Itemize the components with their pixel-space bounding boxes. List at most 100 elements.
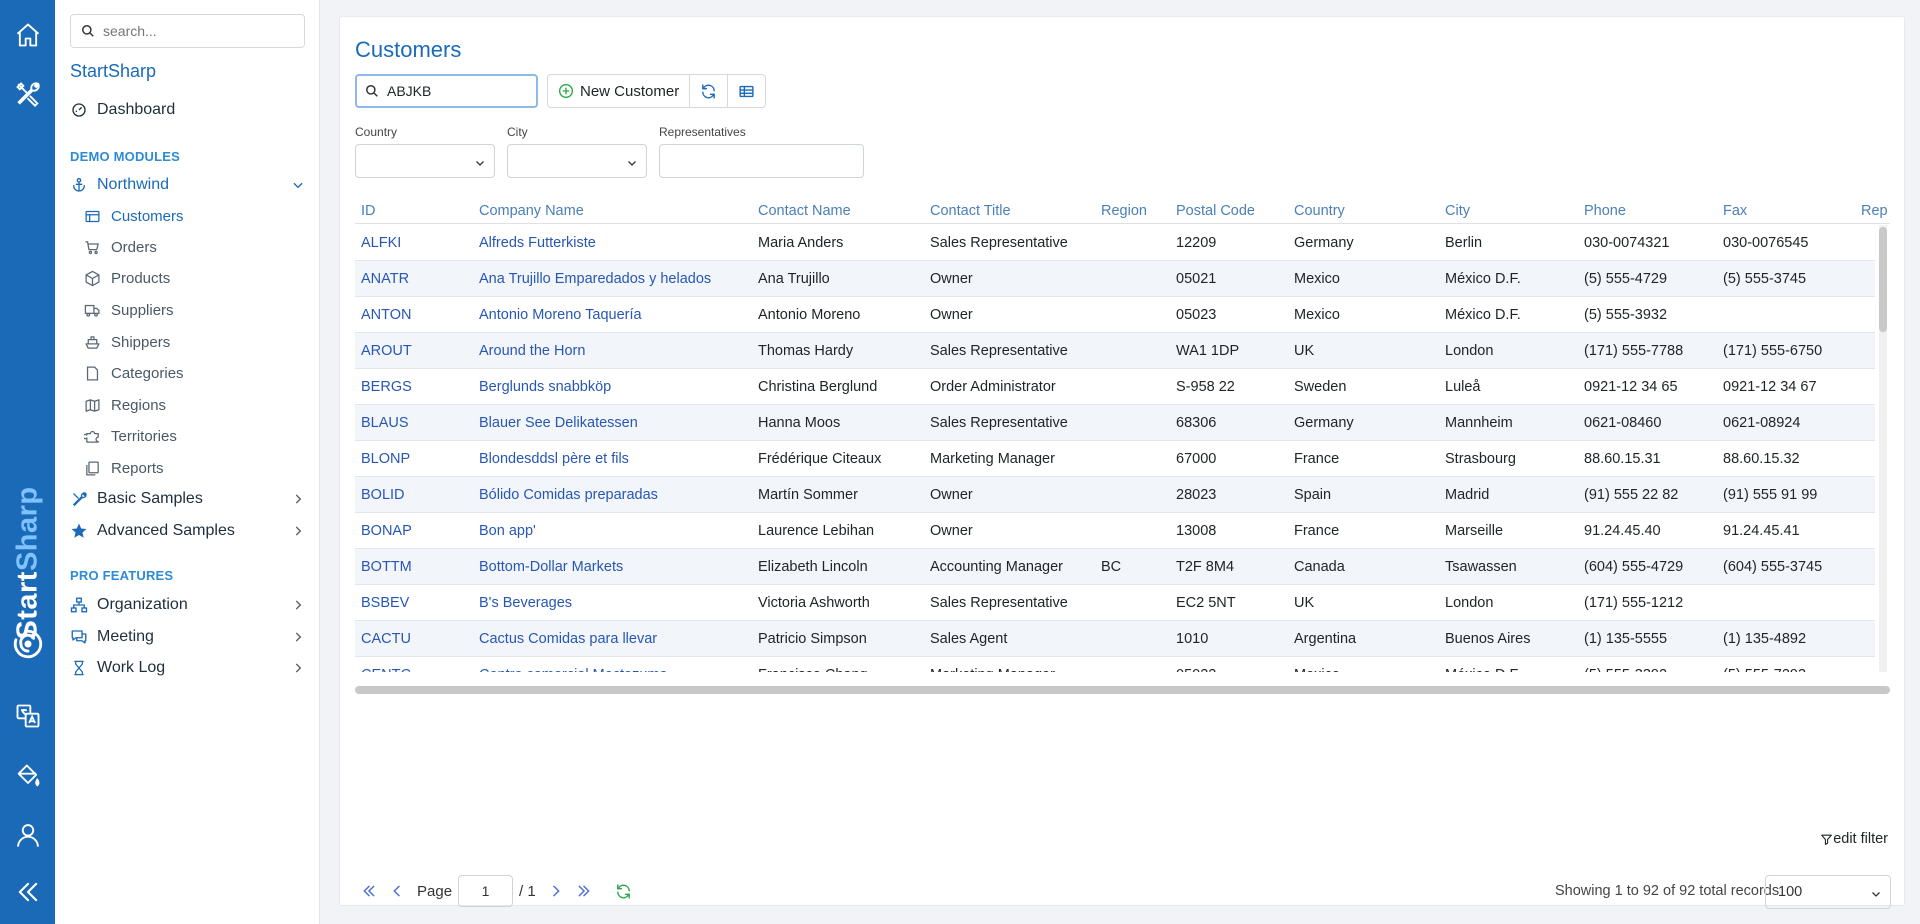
sidebar-search[interactable]: [70, 14, 305, 48]
table-row[interactable]: AROUT Around the Horn Thomas Hardy Sales Re…: [355, 333, 1875, 369]
sidebar-item-suppliers[interactable]: Suppliers: [83, 298, 174, 322]
table-row[interactable]: ALFKI Alfreds Futterkiste Maria Anders Sale…: [355, 225, 1875, 261]
customer-id-link[interactable]: CACTU: [361, 631, 411, 647]
nav-basic-samples[interactable]: Basic Samples: [70, 486, 305, 512]
column-header[interactable]: Contact Name: [758, 203, 851, 219]
sidebar-item-products[interactable]: Products: [83, 266, 170, 290]
column-header[interactable]: Fax: [1723, 203, 1747, 219]
nav-organization[interactable]: Organization: [70, 592, 305, 618]
sidebar-search-input[interactable]: [103, 23, 293, 39]
nav-dashboard[interactable]: Dashboard: [70, 97, 305, 123]
company-name-link[interactable]: Alfreds Futterkiste: [479, 235, 596, 251]
column-header[interactable]: Company Name: [479, 203, 584, 219]
sidebar-item-orders[interactable]: Orders: [83, 235, 157, 259]
customer-id-link[interactable]: BSBEV: [361, 595, 409, 611]
table-row[interactable]: BOLID Bólido Comidas preparadas Martín Som…: [355, 477, 1875, 513]
city-filter-select[interactable]: [507, 144, 647, 178]
anchor-icon: [70, 176, 88, 194]
table-row[interactable]: BLONP Blondesddsl père et fils Frédérique …: [355, 441, 1875, 477]
column-header[interactable]: Postal Code: [1176, 203, 1255, 219]
page-number-input[interactable]: 1: [458, 875, 514, 907]
company-name-link[interactable]: Berglunds snabbköp: [479, 379, 611, 395]
sidebar-item-regions[interactable]: Regions: [83, 393, 166, 417]
table-row[interactable]: BONAP Bon app' Laurence Lebihan Owner 13008 F…: [355, 513, 1875, 549]
user-icon[interactable]: [0, 813, 55, 857]
column-header[interactable]: Rep: [1861, 203, 1888, 219]
company-name-link[interactable]: Cactus Comidas para llevar: [479, 631, 657, 647]
representatives-filter-input[interactable]: [659, 144, 864, 178]
table-row[interactable]: CACTU Cactus Comidas para llevar Patricio …: [355, 621, 1875, 657]
first-page-button[interactable]: [355, 877, 383, 905]
table-row[interactable]: BSBEV B's Beverages Victoria Ashworth Sales…: [355, 585, 1875, 621]
company-name-link[interactable]: B's Beverages: [479, 595, 572, 611]
customer-id-link[interactable]: AROUT: [361, 343, 412, 359]
nav-northwind[interactable]: Northwind: [70, 172, 305, 198]
table-cell: Antonio Moreno: [758, 307, 861, 323]
company-name-link[interactable]: Centro comercial Moctezuma: [479, 667, 668, 672]
table-row[interactable]: CENTC Centro comercial Moctezuma Francisco…: [355, 657, 1875, 672]
pager-refresh-button[interactable]: [610, 877, 638, 905]
sidebar-item-shippers[interactable]: Shippers: [83, 330, 170, 354]
record-status: Showing 1 to 92 of 92 total records: [1555, 883, 1780, 899]
customer-id-link[interactable]: BOLID: [361, 487, 405, 503]
column-picker-button[interactable]: [728, 75, 765, 107]
table-row[interactable]: BERGS Berglunds snabbköp Christina Berglun…: [355, 369, 1875, 405]
customer-id-link[interactable]: BONAP: [361, 523, 412, 539]
company-name-link[interactable]: Bólido Comidas preparadas: [479, 487, 658, 503]
table-cell: Sales Representative: [930, 343, 1068, 359]
sidebar-item-territories[interactable]: Territories: [83, 424, 177, 448]
customer-id-link[interactable]: BLAUS: [361, 415, 409, 431]
column-header[interactable]: ID: [361, 203, 376, 219]
table-row[interactable]: ANATR Ana Trujillo Emparedados y helados A…: [355, 261, 1875, 297]
table-row[interactable]: ANTON Antonio Moreno Taquería Antonio More…: [355, 297, 1875, 333]
customer-id-link[interactable]: CENTC: [361, 667, 411, 672]
column-header[interactable]: Country: [1294, 203, 1345, 219]
scrollbar-thumb[interactable]: [1879, 227, 1887, 332]
table-cell: 0921-12 34 65: [1584, 379, 1678, 395]
company-name-link[interactable]: Blauer See Delikatessen: [479, 415, 638, 431]
country-filter-select[interactable]: [355, 144, 495, 178]
sidebar-item-categories[interactable]: Categories: [83, 361, 184, 385]
table-row[interactable]: BLAUS Blauer See Delikatessen Hanna Moos Sa…: [355, 405, 1875, 441]
nav-meeting[interactable]: Meeting: [70, 624, 305, 650]
customer-id-link[interactable]: BOTTM: [361, 559, 412, 575]
translate-icon[interactable]: [0, 694, 55, 738]
table-cell: Christina Berglund: [758, 379, 878, 395]
table-row[interactable]: BOTTM Bottom-Dollar Markets Elizabeth Linc…: [355, 549, 1875, 585]
horizontal-scrollbar[interactable]: [355, 686, 1890, 694]
refresh-button[interactable]: [690, 75, 729, 107]
next-page-button[interactable]: [542, 877, 570, 905]
column-header[interactable]: Phone: [1584, 203, 1626, 219]
nav-advanced-samples[interactable]: Advanced Samples: [70, 518, 305, 544]
company-name-link[interactable]: Bottom-Dollar Markets: [479, 559, 623, 575]
collapse-icon[interactable]: [0, 870, 55, 914]
company-name-link[interactable]: Blondesddsl père et fils: [479, 451, 629, 467]
paint-bucket-icon[interactable]: [0, 754, 55, 798]
tools-icon[interactable]: [0, 72, 55, 116]
customer-id-link[interactable]: ANATR: [361, 271, 409, 287]
column-header[interactable]: Region: [1101, 203, 1147, 219]
company-name-link[interactable]: Bon app': [479, 523, 536, 539]
customer-id-link[interactable]: BLONP: [361, 451, 410, 467]
customer-id-link[interactable]: ANTON: [361, 307, 412, 323]
quick-search[interactable]: [355, 74, 538, 108]
table-cell: Owner: [930, 487, 973, 503]
company-name-link[interactable]: Around the Horn: [479, 343, 585, 359]
edit-filter-link[interactable]: edit filter: [1820, 831, 1888, 847]
column-header[interactable]: Contact Title: [930, 203, 1011, 219]
nav-work-log[interactable]: Work Log: [70, 655, 305, 681]
vertical-scrollbar[interactable]: [1879, 225, 1887, 672]
sidebar-item-customers[interactable]: Customers: [83, 204, 184, 228]
column-header[interactable]: City: [1445, 203, 1470, 219]
last-page-button[interactable]: [570, 877, 598, 905]
page-size-select[interactable]: 100: [1765, 875, 1891, 909]
customer-id-link[interactable]: BERGS: [361, 379, 412, 395]
company-name-link[interactable]: Antonio Moreno Taquería: [479, 307, 642, 323]
company-name-link[interactable]: Ana Trujillo Emparedados y helados: [479, 271, 711, 287]
quick-search-input[interactable]: [387, 83, 527, 99]
home-icon[interactable]: [0, 13, 55, 57]
sidebar-item-reports[interactable]: Reports: [83, 456, 164, 480]
new-customer-button[interactable]: New Customer: [548, 75, 691, 107]
prev-page-button[interactable]: [383, 877, 411, 905]
customer-id-link[interactable]: ALFKI: [361, 235, 401, 251]
